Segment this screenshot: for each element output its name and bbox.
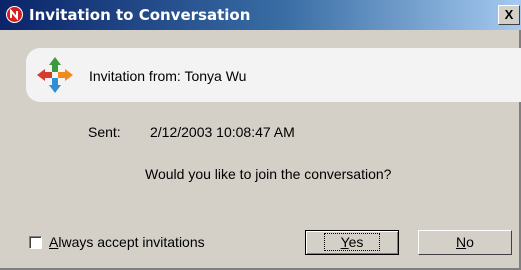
sent-label: Sent: (88, 124, 121, 140)
sent-timestamp: 2/12/2003 10:08:47 AM (150, 124, 295, 140)
close-button[interactable]: X (498, 5, 520, 25)
messenger-app-icon (6, 6, 23, 23)
invitation-dialog: Invitation to Conversation X Invitation … (0, 0, 521, 270)
invitation-from-text: Invitation from: Tonya Wu (89, 68, 247, 84)
yes-button[interactable]: Yes (305, 230, 399, 255)
groupwise-messenger-logo-icon (37, 57, 73, 93)
always-accept-checkbox[interactable] (29, 236, 42, 249)
yes-button-label: Yes (323, 233, 381, 251)
no-button[interactable]: No (418, 230, 512, 255)
join-question-text: Would you like to join the conversation? (145, 166, 392, 182)
always-accept-label[interactable]: Always accept invitations (49, 234, 205, 250)
title-bar[interactable]: Invitation to Conversation X (0, 0, 521, 30)
window-title: Invitation to Conversation (29, 6, 251, 24)
no-button-label: No (456, 234, 474, 250)
